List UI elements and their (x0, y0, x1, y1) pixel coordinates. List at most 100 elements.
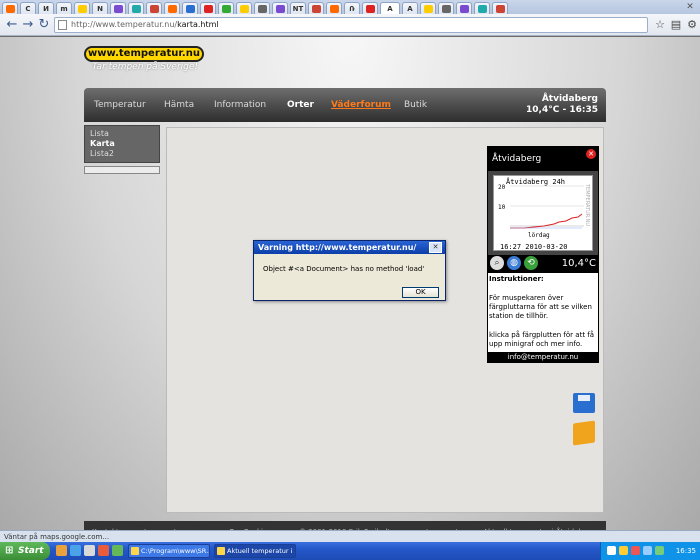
browser-tab[interactable]: NT (290, 2, 306, 14)
browser-tab[interactable] (456, 2, 472, 14)
nav-butik[interactable]: Butik (404, 100, 427, 110)
browser-tab-active[interactable]: A (380, 2, 400, 14)
browser-tab[interactable] (420, 2, 436, 14)
subnav-karta[interactable]: Karta (90, 139, 154, 149)
book-icon[interactable] (573, 420, 595, 446)
browser-tab[interactable] (272, 2, 288, 14)
tab-icon-letter: NT (292, 4, 304, 13)
dialog-close-icon[interactable]: ✕ (429, 242, 442, 253)
browser-tab[interactable] (74, 2, 90, 14)
windows-taskbar: Start C:\Program\www\SR... Aktuell tempe… (0, 542, 700, 560)
browser-tab[interactable] (326, 2, 342, 14)
close-tab-icon[interactable]: ✕ (684, 1, 696, 13)
tab-favicon-icon (495, 4, 505, 13)
mini-graph: Åtvidaberg 24h TEMPERATUR.NU 20 10 lörda… (493, 175, 593, 251)
dialog-ok-button[interactable]: OK (402, 287, 439, 298)
browser-tab[interactable] (128, 2, 144, 14)
page-menu-icon[interactable]: ▤ (668, 17, 684, 33)
browser-tab[interactable] (110, 2, 126, 14)
start-button[interactable]: Start (0, 542, 50, 560)
browser-tab[interactable] (182, 2, 198, 14)
tab-icon-letter: A (407, 4, 413, 13)
widget-toolbar: ⌕ ◍ ⟲ 10,4°C (488, 255, 598, 273)
quicklaunch-browser-icon[interactable] (70, 545, 81, 556)
tab-strip: C Иm N NT Ռ A A (0, 0, 700, 14)
reload-icon[interactable]: ↻ (36, 17, 52, 33)
browser-tab[interactable]: m (56, 2, 72, 14)
tab-favicon-icon (221, 4, 231, 13)
nav-hamta[interactable]: Hämta (164, 100, 194, 110)
browser-tab[interactable] (362, 2, 378, 14)
tab-favicon-icon (77, 4, 87, 13)
quicklaunch-app-icon[interactable] (112, 545, 123, 556)
browser-tab[interactable]: Ռ (344, 2, 360, 14)
browser-tab[interactable] (236, 2, 252, 14)
location-name: Åtvidaberg (541, 94, 598, 104)
forward-arrow-icon[interactable]: → (20, 17, 36, 33)
current-location: Åtvidaberg 10,4°C - 16:35 (526, 94, 598, 116)
browser-tab[interactable]: A (402, 2, 418, 14)
browser-tab[interactable] (2, 2, 18, 14)
address-bar[interactable]: http://www.temperatur.nu/karta.html (54, 17, 648, 33)
tab-favicon-icon (239, 4, 249, 13)
subnav-lista2[interactable]: Lista2 (90, 149, 154, 159)
magnifier-icon[interactable]: ⌕ (490, 256, 504, 270)
tab-favicon-icon (113, 4, 123, 13)
nav-orter[interactable]: Orter (287, 100, 314, 110)
wrench-icon[interactable]: ⚙ (684, 17, 700, 33)
tab-favicon-icon (329, 4, 339, 13)
floppy-disk-icon[interactable] (573, 393, 595, 413)
browser-tab[interactable] (254, 2, 270, 14)
active-tab-letter: A (387, 4, 393, 13)
widget-title: Åtvidaberg (488, 147, 598, 171)
taskbar-clock: 16:35 (675, 547, 696, 555)
widget-close-icon[interactable]: ✕ (586, 149, 596, 159)
browser-tab[interactable]: C (20, 2, 36, 14)
refresh-icon[interactable]: ⟲ (524, 256, 538, 270)
taskbar-item-explorer[interactable]: C:\Program\www\SR... (128, 544, 210, 558)
tab-favicon-icon (257, 4, 267, 13)
back-arrow-icon[interactable]: ← (4, 17, 20, 33)
tab-favicon-icon (5, 4, 15, 13)
instructions-heading: Instruktioner: (489, 275, 544, 283)
browser-tab[interactable] (146, 2, 162, 14)
browser-tab[interactable]: N (92, 2, 108, 14)
browser-tab[interactable]: И (38, 2, 54, 14)
instructions-text-1: För muspekaren över färgpluttarna för at… (489, 294, 592, 320)
browser-tab[interactable] (308, 2, 324, 14)
quicklaunch-desktop-icon[interactable] (84, 545, 95, 556)
tab-favicon-icon (275, 4, 285, 13)
y-label-20: 20 (498, 184, 506, 191)
nav-vaderforum[interactable]: Väderforum (331, 100, 391, 110)
dialog-message: Object #<a Document> has no method 'load… (263, 265, 425, 273)
nav-information[interactable]: Information (214, 100, 266, 110)
tray-antivirus-icon[interactable] (631, 546, 640, 555)
system-tray: 16:35 (600, 542, 700, 560)
subnav-lista[interactable]: Lista (90, 129, 154, 139)
browser-tab[interactable] (438, 2, 454, 14)
quicklaunch-folder-icon[interactable] (56, 545, 67, 556)
browser-tab[interactable] (492, 2, 508, 14)
tray-network-icon[interactable] (607, 546, 616, 555)
tray-security-icon[interactable] (619, 546, 628, 555)
tab-favicon-icon (185, 4, 195, 13)
widget-graph-area: Åtvidaberg 24h TEMPERATUR.NU 20 10 lörda… (488, 171, 598, 255)
browser-tab[interactable] (218, 2, 234, 14)
bookmark-star-icon[interactable]: ☆ (652, 17, 668, 33)
taskbar-item-browser[interactable]: Aktuell temperatur i S... (214, 544, 296, 558)
widget-temperature: 10,4°C (561, 258, 596, 269)
site-logo[interactable]: www.temperatur.nu (84, 46, 204, 62)
browser-tab[interactable] (200, 2, 216, 14)
widget-email[interactable]: info@temperatur.nu (488, 352, 598, 362)
browser-tab[interactable] (474, 2, 490, 14)
browser-tab[interactable] (164, 2, 180, 14)
url-path: karta.html (177, 20, 219, 29)
tray-volume-icon[interactable] (643, 546, 652, 555)
globe-icon[interactable]: ◍ (507, 256, 521, 270)
tab-favicon-icon (423, 4, 433, 13)
nav-temperatur[interactable]: Temperatur (94, 100, 146, 110)
tray-update-icon[interactable] (655, 546, 664, 555)
quicklaunch-media-icon[interactable] (98, 545, 109, 556)
page-icon (58, 20, 67, 30)
dialog-title: Varning http://www.temperatur.nu/ (254, 241, 445, 254)
